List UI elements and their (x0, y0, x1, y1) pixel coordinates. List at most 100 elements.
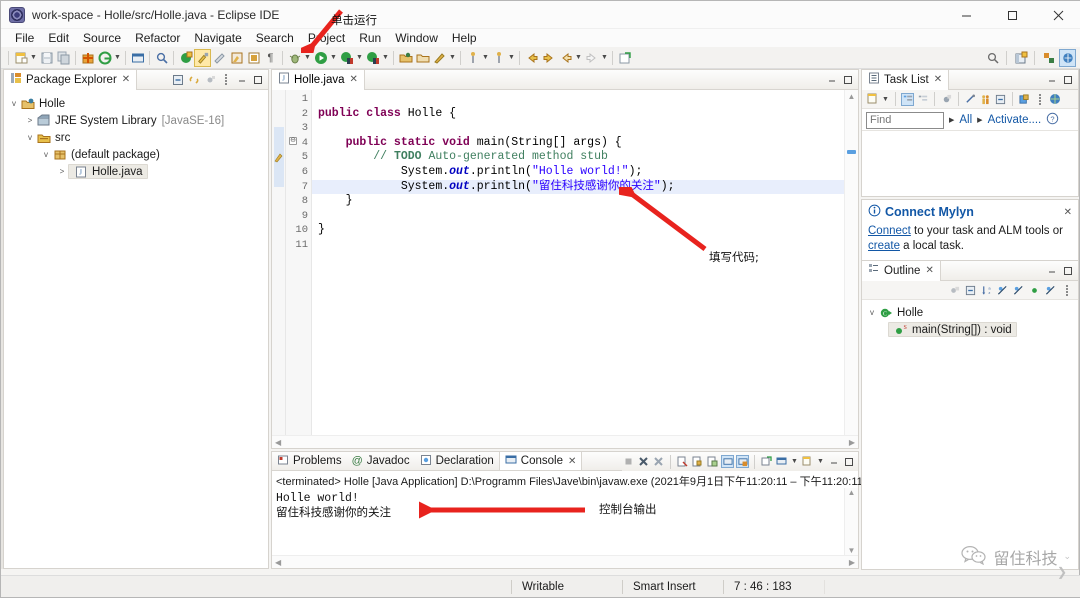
menu-project[interactable]: Project (301, 29, 352, 47)
tree-row-project[interactable]: v Holle (8, 95, 268, 112)
new-wizard-icon[interactable] (12, 49, 29, 67)
console-horizontal-scrollbar[interactable]: ◀ ▶ (272, 555, 858, 568)
menu-help[interactable]: Help (445, 29, 484, 47)
open-project-icon[interactable] (414, 49, 431, 67)
close-icon[interactable]: ✕ (934, 74, 942, 85)
previous-edit-icon[interactable] (557, 49, 574, 67)
mylyn-create-link[interactable]: create (868, 240, 900, 252)
tab-task-list[interactable]: Task List ✕ (862, 69, 950, 90)
menu-search[interactable]: Search (249, 29, 301, 47)
tab-package-explorer[interactable]: Package Explorer ✕ (4, 69, 138, 90)
find-input[interactable] (866, 111, 944, 129)
tree-row-jre-library[interactable]: > JRE System Library [JavaSE-16] (8, 112, 268, 129)
profile-dropdown-icon[interactable]: ▼ (381, 49, 390, 67)
menu-window[interactable]: Window (388, 29, 445, 47)
minimize-icon[interactable] (827, 455, 840, 468)
new-console-icon[interactable] (801, 455, 814, 468)
next-annotation-dropdown-icon[interactable]: ▼ (507, 49, 516, 67)
minimize-icon[interactable] (825, 73, 838, 86)
external-tools-icon[interactable] (211, 49, 228, 67)
save-all-icon[interactable] (55, 49, 72, 67)
hide-static-icon[interactable] (1012, 284, 1025, 297)
previous-edit-dropdown-icon[interactable]: ▼ (574, 49, 583, 67)
scroll-right-arrow-icon[interactable]: ▶ (849, 558, 855, 567)
hide-local-types-icon[interactable] (1044, 284, 1057, 297)
debug-dropdown-icon[interactable]: ▼ (303, 49, 312, 67)
close-icon[interactable]: ✕ (122, 74, 130, 85)
open-task-icon[interactable] (228, 49, 245, 67)
chevron-right-icon[interactable]: > (24, 116, 36, 125)
collapse-all-icon[interactable] (171, 73, 184, 86)
close-button[interactable] (1035, 1, 1080, 29)
pin-console-icon[interactable] (721, 455, 734, 468)
outline-row-method[interactable]: S main(String[]) : void (866, 321, 1078, 338)
outline-row-class[interactable]: v C Holle (866, 304, 1078, 321)
chevron-down-icon[interactable]: v (40, 150, 52, 159)
chevron-right-icon[interactable]: ▶ (949, 116, 954, 124)
build-icon[interactable] (194, 48, 211, 67)
scroll-down-arrow-icon[interactable]: ▼ (848, 546, 856, 555)
save-icon[interactable] (38, 49, 55, 67)
menu-edit[interactable]: Edit (41, 29, 76, 47)
open-type-icon[interactable] (129, 49, 146, 67)
scroll-left-arrow-icon[interactable]: ◀ (275, 438, 281, 447)
mylyn-connect-link[interactable]: Connect (868, 225, 911, 237)
minimize-icon[interactable] (1045, 264, 1058, 277)
close-icon[interactable]: ✕ (568, 456, 576, 467)
maximize-icon[interactable] (1061, 73, 1074, 86)
forward-icon[interactable] (540, 49, 557, 67)
chevron-right-icon[interactable]: > (56, 167, 68, 176)
fold-marker-icon[interactable]: ⊖ (289, 137, 297, 145)
maximize-icon[interactable] (1061, 264, 1074, 277)
link-with-editor-icon[interactable] (187, 73, 200, 86)
menu-navigate[interactable]: Navigate (187, 29, 248, 47)
search-icon[interactable] (984, 49, 1001, 67)
show-ui-legend-icon[interactable] (979, 93, 992, 106)
minimize-button[interactable] (943, 1, 989, 29)
run-icon[interactable] (312, 49, 329, 67)
scroll-left-arrow-icon[interactable]: ◀ (275, 558, 281, 567)
filter-all-link[interactable]: All (959, 114, 972, 126)
maximize-icon[interactable] (841, 73, 854, 86)
chevron-down-icon[interactable]: v (8, 99, 20, 108)
java-ee-perspective-icon[interactable] (1059, 48, 1076, 67)
console-vertical-scrollbar[interactable]: ▲ ▼ (844, 488, 858, 555)
menu-run[interactable]: Run (352, 29, 388, 47)
new-java-package-icon[interactable] (177, 49, 194, 67)
new-java-project-icon[interactable] (96, 49, 113, 67)
view-options-icon[interactable] (219, 73, 232, 86)
coverage-dropdown-icon[interactable]: ▼ (355, 49, 364, 67)
tree-row-src[interactable]: v src (8, 129, 268, 146)
scroll-up-arrow-icon[interactable]: ▲ (848, 488, 856, 497)
close-icon[interactable]: ✕ (350, 74, 358, 85)
help-icon[interactable]: ? (1046, 112, 1059, 128)
editor-annotation-ruler[interactable] (272, 90, 286, 448)
tab-javadoc[interactable]: @ Javadoc (347, 452, 415, 470)
tab-holle-java[interactable]: J Holle.java ✕ (272, 69, 365, 90)
new-annotation-dropdown-icon[interactable]: ▼ (481, 49, 490, 67)
profile-icon[interactable] (364, 49, 381, 67)
search-icon[interactable] (153, 49, 170, 67)
lock-scroll-icon[interactable] (691, 455, 704, 468)
minimize-icon[interactable] (1045, 73, 1058, 86)
new-wizard-dropdown-icon[interactable]: ▼ (29, 49, 38, 67)
open-console-icon[interactable] (760, 455, 773, 468)
java-ee-perspective-icon[interactable] (1048, 93, 1061, 106)
task-list-empty-area[interactable] (862, 130, 1078, 196)
coverage-icon[interactable] (338, 49, 355, 67)
back-icon[interactable] (523, 49, 540, 67)
synchronize-icon[interactable] (964, 93, 977, 106)
editor-code-area[interactable]: public class Holle { public static void … (312, 90, 844, 448)
tree-row-holle-java[interactable]: > J Holle.java (8, 163, 268, 180)
tab-outline[interactable]: Outline ✕ (862, 260, 941, 281)
menu-source[interactable]: Source (76, 29, 128, 47)
hide-nonpublic-icon[interactable] (1028, 284, 1041, 297)
focus-on-active-task-icon[interactable] (948, 284, 961, 297)
terminate-icon[interactable] (622, 455, 635, 468)
console-output[interactable]: Holle world! 留住科技感谢你的关注 (272, 488, 844, 555)
menu-refactor[interactable]: Refactor (128, 29, 187, 47)
run-dropdown-icon[interactable]: ▼ (329, 49, 338, 67)
chevron-right-icon[interactable]: ▶ (977, 116, 982, 124)
display-selected-console-icon[interactable] (736, 455, 749, 468)
quick-fix-icon[interactable] (431, 49, 448, 67)
